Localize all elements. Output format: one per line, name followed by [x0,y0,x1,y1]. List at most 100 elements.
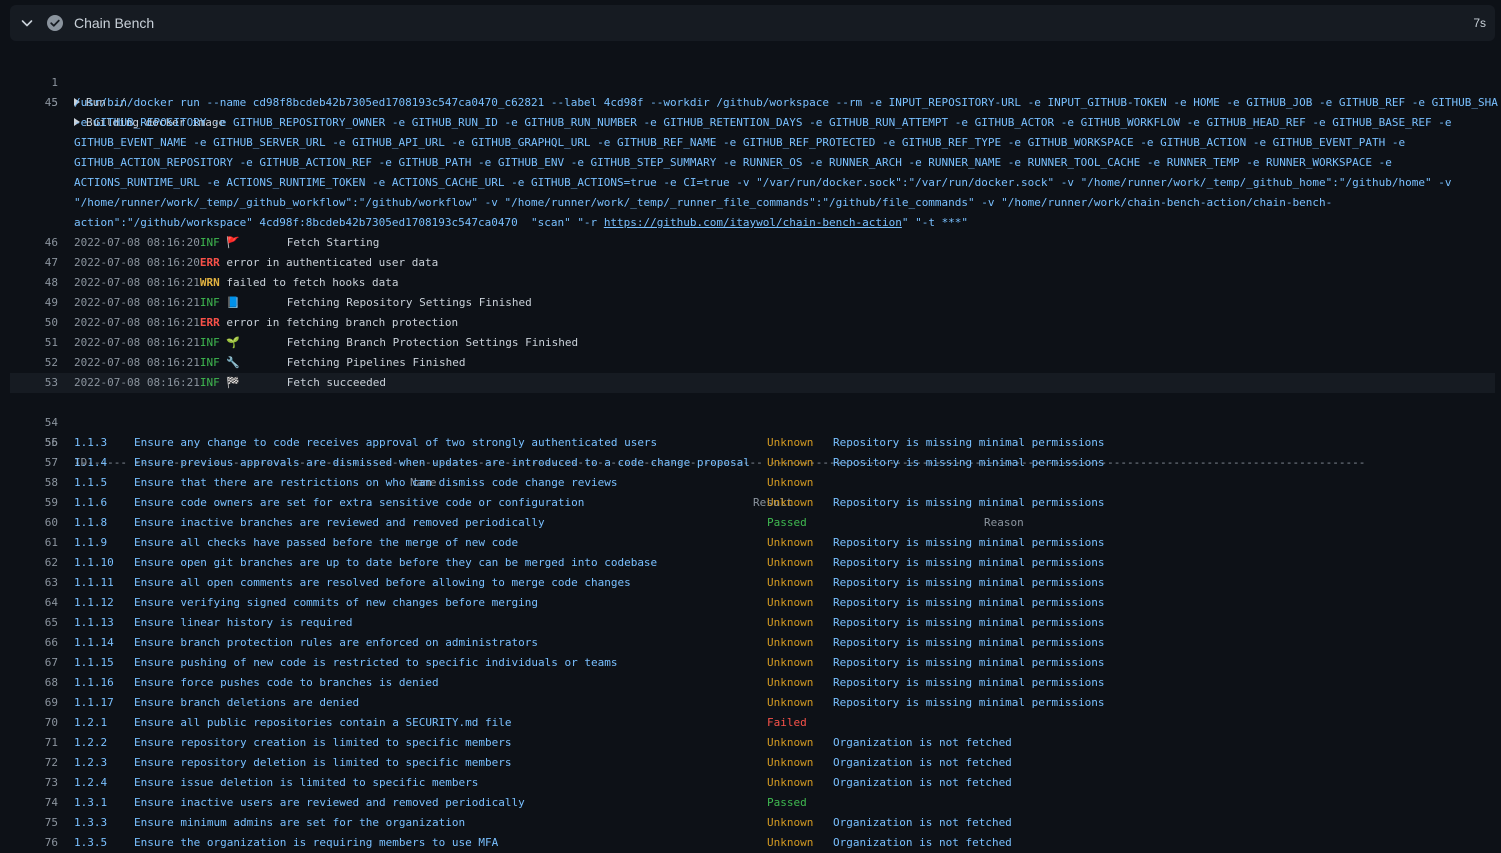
line-number[interactable]: 62 [10,553,58,573]
line-number[interactable]: 53 [10,373,58,393]
log-text: 2022-07-08 08:16:21INF 🔧 Fetching Pipeli… [74,353,466,373]
check-result: Unknown [767,476,814,489]
check-name: Ensure linear history is required [134,616,353,629]
check-id: 1.1.11 [74,576,114,589]
check-reason: Repository is missing minimal permission… [833,696,1105,709]
line-number[interactable]: 66 [10,633,58,653]
check-id: 1.2.3 [74,756,108,769]
log-level: ERR [199,256,220,269]
check-reason: Repository is missing minimal permission… [833,436,1105,449]
check-name: Ensure inactive users are reviewed and r… [134,796,525,809]
check-reason: Organization is not fetched [833,776,1012,789]
check-result: Unknown [767,776,814,789]
line-number[interactable]: 65 [10,613,58,633]
log-message: Fetching Pipelines Finished [240,356,466,369]
line-number[interactable]: 75 [10,813,58,833]
log-timestamp: 2022-07-08 08:16:21 [74,336,200,349]
check-name: Ensure pushing of new code is restricted… [134,656,618,669]
log-group-build[interactable]: 5 Building docker image [10,73,1495,129]
check-result: Unknown [767,436,814,449]
check-id: 1.1.16 [74,676,114,689]
line-number[interactable]: 52 [10,353,58,373]
line-number[interactable]: 67 [10,653,58,673]
line-number[interactable]: 61 [10,533,58,553]
table-header-row: 54 ID Name Result Reason [10,393,1495,529]
command-text: GITHUB_EVENT_NAME -e GITHUB_SERVER_URL -… [74,136,1406,149]
check-id: 1.1.6 [74,496,108,509]
log-text: 2022-07-08 08:16:20ERR error in authenti… [74,253,438,273]
line-number[interactable]: 68 [10,673,58,693]
log-level: INF [199,336,220,349]
line-number[interactable]: 50 [10,313,58,333]
line-number[interactable]: 49 [10,293,58,313]
log-text: 2022-07-08 08:16:21INF 🏁 Fetch succeeded [74,373,386,393]
table-row: 70 1.2.1 Ensure all public repositories co… [10,713,1495,733]
line-number[interactable]: 63 [10,573,58,593]
log-text: 2022-07-08 08:16:21WRN failed to fetch h… [74,273,399,293]
table-row: 73 1.2.4 Ensure issue deletion is limited … [10,773,1495,793]
log-emoji-icon: 🏁 [226,376,241,389]
check-result: Passed [767,516,807,529]
line-number[interactable]: 51 [10,333,58,353]
line-number[interactable]: 59 [10,493,58,513]
log-message: Fetching Repository Settings Finished [240,296,532,309]
table-row: 64 1.1.12 Ensure verifying signed commits … [10,593,1495,613]
line-number[interactable]: 60 [10,513,58,533]
check-id: 1.1.14 [74,636,114,649]
log-group-run[interactable]: 1 Run ./ [10,53,1495,109]
log-line: 48 2022-07-08 08:16:21WRN failed to fetch… [10,273,1495,293]
log-timestamp: 2022-07-08 08:16:21 [74,316,200,329]
check-reason: Repository is missing minimal permission… [833,596,1105,609]
table-row: 65 1.1.13 Ensure linear history is require… [10,613,1495,633]
command-text: action":"/github/workspace" 4cd98f:8bcde… [74,213,968,233]
log-emoji-icon: 📘 [226,296,241,309]
check-name: Ensure previous approvals are dismissed … [134,456,750,469]
check-name: Ensure all public repositories contain a… [134,716,512,729]
table-row: 68 1.1.16 Ensure force pushes code to bran… [10,673,1495,693]
check-circle-icon [47,15,63,31]
line-number[interactable]: 57 [10,453,58,473]
check-result: Unknown [767,456,814,469]
line-number[interactable]: 76 [10,833,58,853]
line-number[interactable]: 47 [10,253,58,273]
check-name: Ensure all open comments are resolved be… [134,576,631,589]
line-number[interactable]: 45 [10,93,58,113]
line-number[interactable]: 46 [10,233,58,253]
docker-command-line: -e GITHUB_REPOSITORY -e GITHUB_REPOSITOR… [10,113,1495,133]
line-number[interactable]: 70 [10,713,58,733]
command-text-part: " "-t ***" [901,216,969,229]
docker-command: 45/usr/bin/docker run --name cd98f8bcdeb… [10,93,1498,233]
check-result: Unknown [767,596,814,609]
chevron-down-icon[interactable] [19,15,35,31]
log-level: INF [199,356,220,369]
line-number[interactable]: 71 [10,733,58,753]
repo-link[interactable]: https://github.com/itaywol/chain-bench-a… [604,216,902,229]
check-result: Unknown [767,556,814,569]
check-id: 1.1.13 [74,616,114,629]
line-number[interactable]: 73 [10,773,58,793]
line-number[interactable]: 69 [10,693,58,713]
line-number[interactable]: 56 [10,433,58,453]
log-lines: 46 2022-07-08 08:16:20INF 🚩 Fetch Startin… [10,233,1495,393]
table-row: 56 1.1.3 Ensure any change to code receive… [10,433,1495,453]
table-separator-row: 55 -------- ----------------------------… [10,413,1495,469]
log-message: Fetch Starting [240,236,380,249]
line-number[interactable]: 58 [10,473,58,493]
table-row: 57 1.1.4 Ensure previous approvals are dis… [10,453,1495,473]
log-timestamp: 2022-07-08 08:16:20 [74,236,200,249]
log-timestamp: 2022-07-08 08:16:21 [74,376,200,389]
check-reason: Organization is not fetched [833,736,1012,749]
line-number[interactable]: 48 [10,273,58,293]
log-level: INF [199,236,220,249]
docker-command-line: GITHUB_EVENT_NAME -e GITHUB_SERVER_URL -… [10,133,1495,153]
step-header[interactable]: Chain Bench 7s [10,5,1495,41]
line-number[interactable]: 72 [10,753,58,773]
log-output: 1 Run ./ 5 Building docker image 45/usr/… [10,53,1498,853]
table-row: 59 1.1.6 Ensure code owners are set for ex… [10,493,1495,513]
check-result: Passed [767,796,807,809]
line-number[interactable]: 64 [10,593,58,613]
check-name: Ensure all checks have passed before the… [134,536,519,549]
check-result: Unknown [767,836,814,849]
line-number[interactable]: 74 [10,793,58,813]
check-name: Ensure branch deletions are denied [134,696,360,709]
